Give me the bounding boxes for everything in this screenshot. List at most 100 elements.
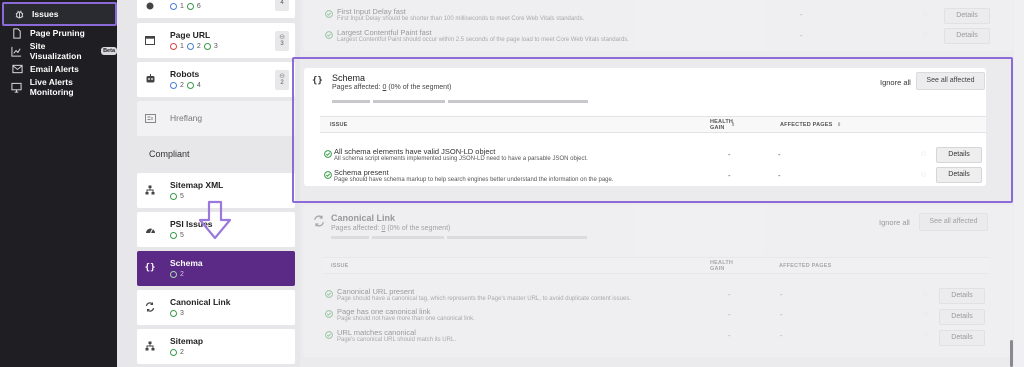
sync-arrows-icon: [313, 215, 325, 227]
eye-off-icon[interactable]: ◌: [923, 309, 928, 318]
passed-count-icon: [170, 193, 177, 200]
health-gain-value: -: [800, 31, 803, 40]
monitor-icon: [11, 81, 23, 93]
details-button[interactable]: Details: [939, 288, 985, 304]
sitemap-icon: [144, 340, 156, 352]
segment-counts: 2: [170, 271, 184, 278]
nav-label: Issues: [32, 9, 59, 19]
language-icon: [144, 112, 156, 124]
highlight-box-annotation: [292, 57, 1013, 203]
affected-pages-value: -: [780, 290, 783, 299]
details-button[interactable]: Details: [939, 330, 985, 346]
segment-card-robots[interactable]: Robots 2 4 ⊖ 2: [137, 62, 295, 97]
issue-description: Largest Contentful Paint should occur wi…: [337, 37, 629, 43]
info-count-icon: [170, 82, 177, 89]
sitemap-icon: [144, 184, 156, 196]
segment-badge: 4: [275, 0, 289, 11]
col-gain[interactable]: GAIN: [710, 266, 725, 272]
nav-item-live-alerts-monitoring[interactable]: Live Alerts Monitoring: [0, 77, 117, 97]
segment-counts: 2 4: [170, 82, 201, 89]
bug-icon: [13, 8, 25, 20]
nav-label: Live Alerts Monitoring: [29, 77, 74, 97]
segment-name: Sitemap: [170, 336, 204, 346]
passed-count-icon: [170, 271, 177, 278]
issue-row: First Input Delay fast First Input Delay…: [303, 5, 1013, 25]
nav-label: Site Visualization: [29, 41, 82, 61]
segment-icon: [144, 0, 156, 12]
issue-description: Page should not have more than one canon…: [337, 316, 475, 322]
passed-count-icon: [170, 310, 177, 317]
canonical-link-card: Canonical Link Pages affected: 0 (0% of …: [303, 205, 1013, 357]
passed-count-icon: [170, 232, 177, 239]
issue-row: Canonical URL present Page should have a…: [303, 285, 1013, 305]
segment-card-hreflang[interactable]: Hreflang: [137, 101, 295, 136]
progress-segment: [331, 236, 369, 239]
issue-description: First Input Delay should be shorter than…: [337, 16, 585, 22]
card-title: Canonical Link: [331, 213, 396, 223]
eye-off-icon[interactable]: ◌: [923, 289, 928, 298]
check-circle-icon: [325, 331, 333, 339]
issue-description: Page's canonical URL should match its UR…: [337, 337, 456, 343]
nav-item-page-pruning[interactable]: Page Pruning: [0, 24, 117, 42]
details-button[interactable]: Details: [944, 28, 990, 44]
segment-name: Hreflang: [170, 113, 203, 123]
segment-list: 1 6 4 Page URL 1 2 3 ⊖ 3 Robots 2 4 ⊖ 2 Hr…: [117, 0, 300, 367]
segment-card[interactable]: 1 6 4: [137, 0, 295, 18]
see-all-affected-button[interactable]: See all affected: [919, 213, 988, 231]
issue-title: Largest Contentful Paint fast: [337, 28, 432, 37]
progress-segment: [372, 236, 444, 239]
compliant-section-label: Compliant: [149, 149, 190, 159]
col-affected-pages[interactable]: AFFECTED PAGES: [779, 263, 832, 269]
eye-off-icon[interactable]: ◌: [923, 330, 928, 339]
issue-title: First Input Delay fast: [337, 7, 406, 16]
nav-item-site-visualization[interactable]: Site Visualization Beta: [0, 41, 117, 61]
health-gain-value: -: [728, 290, 731, 299]
check-circle-icon: [325, 31, 333, 39]
down-arrow-annotation-icon: [198, 200, 232, 240]
segment-card-sitemap[interactable]: Sitemap 2: [137, 329, 295, 364]
segment-badge: ⊖ 2: [275, 70, 289, 90]
issue-description: Page should have a canonical tag, which …: [337, 296, 631, 302]
segment-card-canonical-link[interactable]: Canonical Link 3: [137, 290, 295, 325]
segment-counts: 5: [170, 232, 184, 239]
issue-title: URL matches canonical: [337, 328, 416, 337]
info-count-icon: [186, 43, 194, 50]
left-navigation: Issues Page Pruning Site Visualization B…: [0, 0, 117, 367]
col-issue: ISSUE: [331, 263, 349, 269]
passed-count-icon: [170, 349, 177, 356]
nav-item-email-alerts[interactable]: Email Alerts: [0, 60, 117, 78]
issue-title: Page has one canonical link: [337, 307, 431, 316]
segment-counts: 1 2 3: [170, 43, 218, 50]
details-button[interactable]: Details: [939, 309, 985, 325]
pages-affected: Pages affected: 0 (0% of the segment): [331, 225, 451, 232]
eye-off-icon[interactable]: ◌: [923, 9, 928, 18]
nav-item-issues-active[interactable]: Issues: [2, 2, 117, 26]
sync-arrows-icon: [144, 301, 156, 313]
eye-off-icon[interactable]: ◌: [923, 30, 928, 39]
segment-name: Sitemap XML: [170, 180, 224, 190]
ignore-all-button[interactable]: Ignore all: [879, 218, 910, 227]
health-gain-value: -: [728, 310, 731, 319]
passed-count-icon: [186, 3, 194, 10]
segment-card-page-url[interactable]: Page URL 1 2 3 ⊖ 3: [137, 23, 295, 58]
details-button[interactable]: Details: [944, 8, 990, 24]
segment-counts: 1 6: [170, 3, 201, 10]
nav-label: Page Pruning: [30, 28, 85, 38]
segment-counts: 5: [170, 193, 184, 200]
issue-row: Page has one canonical link Page should …: [303, 305, 1013, 325]
affected-pages-value: -: [780, 310, 783, 319]
segment-badge: ⊖ 3: [275, 31, 289, 51]
affected-pages-value: -: [780, 331, 783, 340]
segment-card-schema-active[interactable]: {} Schema 2: [137, 251, 295, 286]
code-braces-icon: {}: [144, 263, 156, 273]
robot-icon: [144, 73, 156, 85]
nav-label: Email Alerts: [30, 64, 79, 74]
nav-item-issues[interactable]: Issues: [4, 4, 115, 24]
scrollbar[interactable]: [1010, 340, 1013, 367]
segment-name: Schema: [170, 258, 203, 268]
document-icon: [11, 27, 23, 39]
segment-name: Canonical Link: [170, 297, 231, 307]
check-circle-icon: [325, 10, 333, 18]
table-header: ISSUE HEALTH GAIN AFFECTED PAGES: [323, 257, 989, 274]
progress-segment: [447, 236, 587, 239]
